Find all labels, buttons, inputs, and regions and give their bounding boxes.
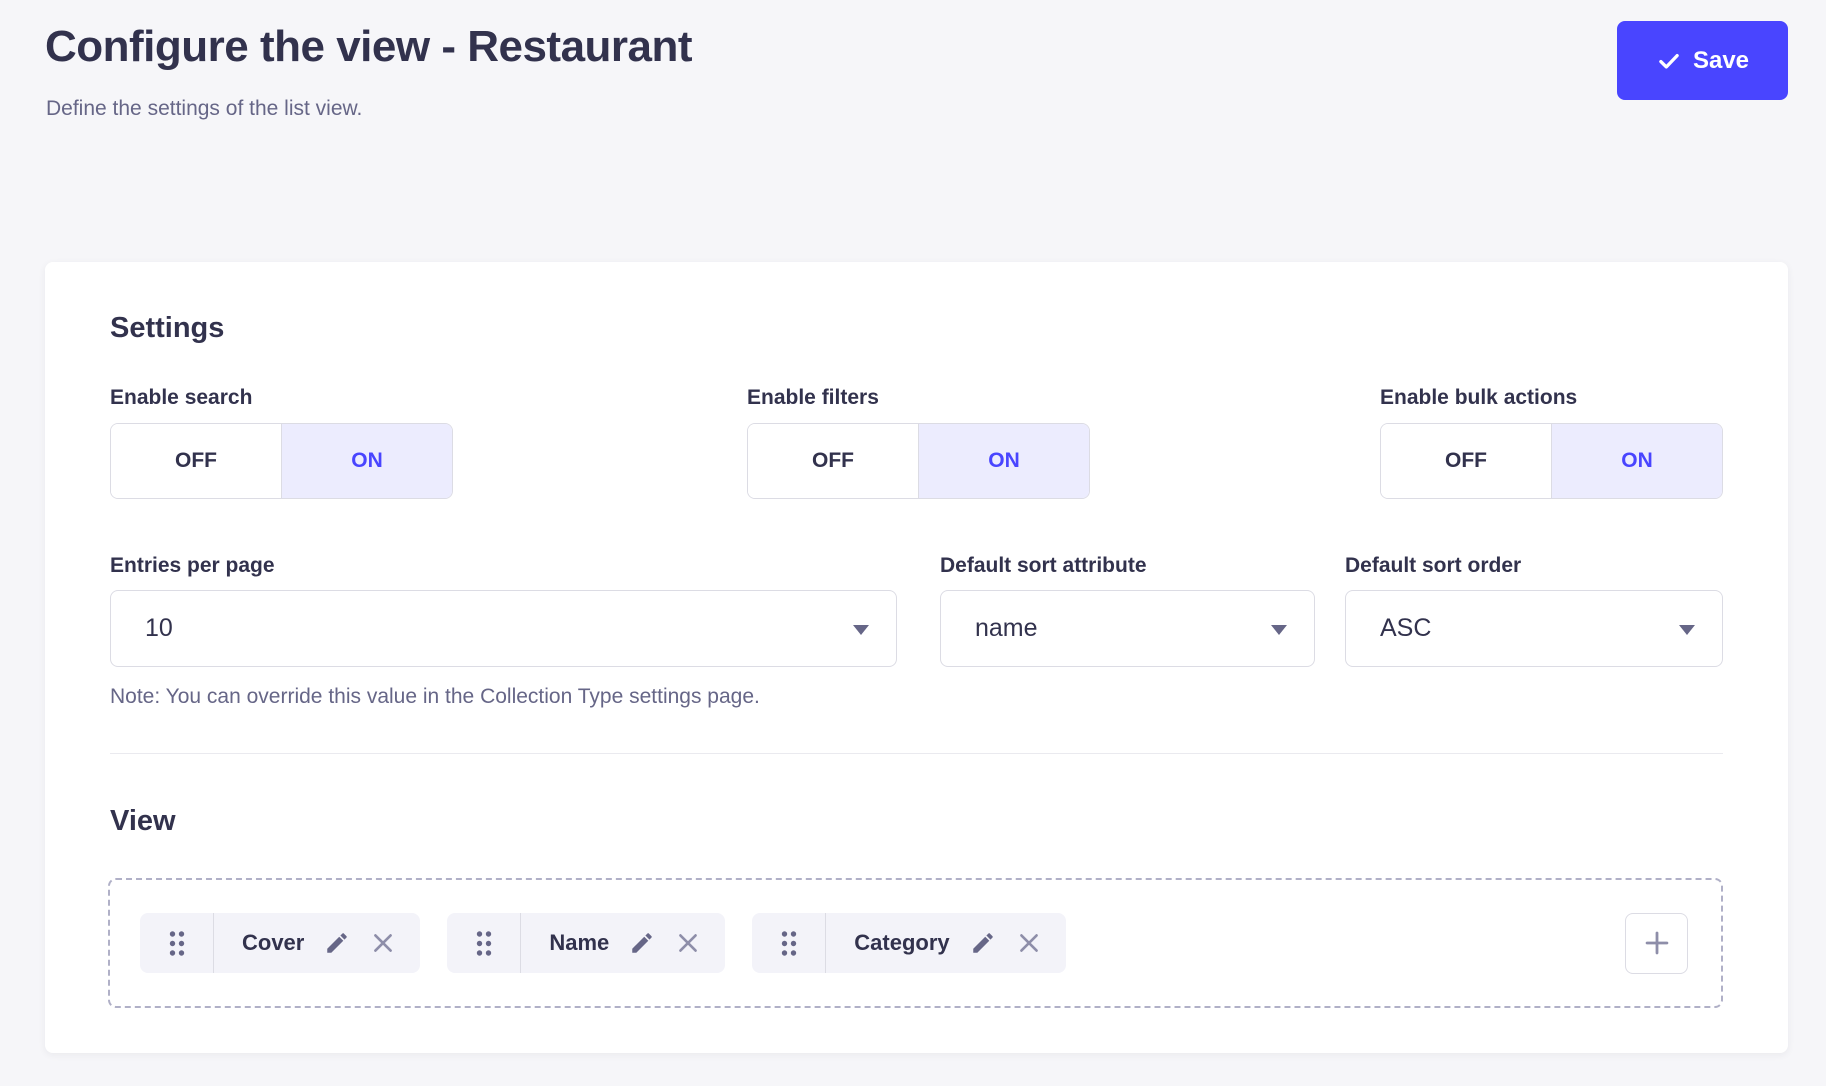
page-subtitle: Define the settings of the list view.: [46, 97, 362, 121]
settings-heading: Settings: [110, 312, 224, 345]
enable-search-off-option[interactable]: OFF: [111, 424, 282, 498]
field-chip-label: Category: [854, 930, 949, 956]
remove-x-icon[interactable]: [675, 930, 701, 956]
enable-filters-label: Enable filters: [747, 386, 879, 410]
entries-per-page-note: Note: You can override this value in the…: [110, 685, 760, 709]
drag-handle-icon: [168, 930, 186, 957]
drag-handle[interactable]: [752, 913, 826, 973]
edit-pencil-icon[interactable]: [629, 930, 655, 956]
enable-filters-on-option[interactable]: ON: [919, 424, 1089, 498]
drag-handle-icon: [780, 930, 798, 957]
save-button[interactable]: Save: [1617, 21, 1788, 100]
configure-view-page: Configure the view - Restaurant Define t…: [0, 0, 1826, 1086]
check-icon: [1656, 48, 1682, 74]
field-chip-label: Name: [549, 930, 609, 956]
default-sort-order-select[interactable]: ASC: [1345, 590, 1723, 667]
field-chip-name[interactable]: Name: [447, 913, 725, 973]
edit-pencil-icon[interactable]: [970, 930, 996, 956]
save-button-label: Save: [1693, 47, 1749, 75]
default-sort-order-value: ASC: [1380, 614, 1431, 643]
default-sort-order-label: Default sort order: [1345, 554, 1521, 578]
remove-x-icon[interactable]: [370, 930, 396, 956]
field-chip-category[interactable]: Category: [752, 913, 1065, 973]
enable-filters-off-option[interactable]: OFF: [748, 424, 919, 498]
enable-search-on-option[interactable]: ON: [282, 424, 452, 498]
settings-card: Settings Enable search Enable filters En…: [45, 262, 1788, 1053]
plus-icon: [1643, 929, 1671, 957]
default-sort-attribute-label: Default sort attribute: [940, 554, 1147, 578]
enable-search-label: Enable search: [110, 386, 252, 410]
field-chip-cover[interactable]: Cover: [140, 913, 420, 973]
view-heading: View: [110, 805, 176, 838]
enable-bulk-actions-on-option[interactable]: ON: [1552, 424, 1722, 498]
add-field-button[interactable]: [1625, 913, 1688, 974]
drag-handle[interactable]: [447, 913, 521, 973]
default-sort-attribute-value: name: [975, 614, 1038, 643]
edit-pencil-icon[interactable]: [324, 930, 350, 956]
enable-filters-toggle[interactable]: OFF ON: [747, 423, 1090, 499]
enable-bulk-actions-toggle[interactable]: OFF ON: [1380, 423, 1723, 499]
entries-per-page-label: Entries per page: [110, 554, 275, 578]
default-sort-attribute-select[interactable]: name: [940, 590, 1315, 667]
enable-bulk-actions-off-option[interactable]: OFF: [1381, 424, 1552, 498]
chevron-down-icon: [1679, 625, 1695, 635]
chevron-down-icon: [853, 625, 869, 635]
enable-search-toggle[interactable]: OFF ON: [110, 423, 453, 499]
enable-bulk-actions-label: Enable bulk actions: [1380, 386, 1577, 410]
chevron-down-icon: [1271, 625, 1287, 635]
drag-handle[interactable]: [140, 913, 214, 973]
displayed-fields-dropzone: Cover: [108, 878, 1723, 1008]
entries-per-page-value: 10: [145, 614, 173, 643]
section-divider: [110, 753, 1723, 754]
remove-x-icon[interactable]: [1016, 930, 1042, 956]
page-title: Configure the view - Restaurant: [45, 22, 692, 72]
entries-per-page-select[interactable]: 10: [110, 590, 897, 667]
drag-handle-icon: [475, 930, 493, 957]
field-chip-label: Cover: [242, 930, 304, 956]
